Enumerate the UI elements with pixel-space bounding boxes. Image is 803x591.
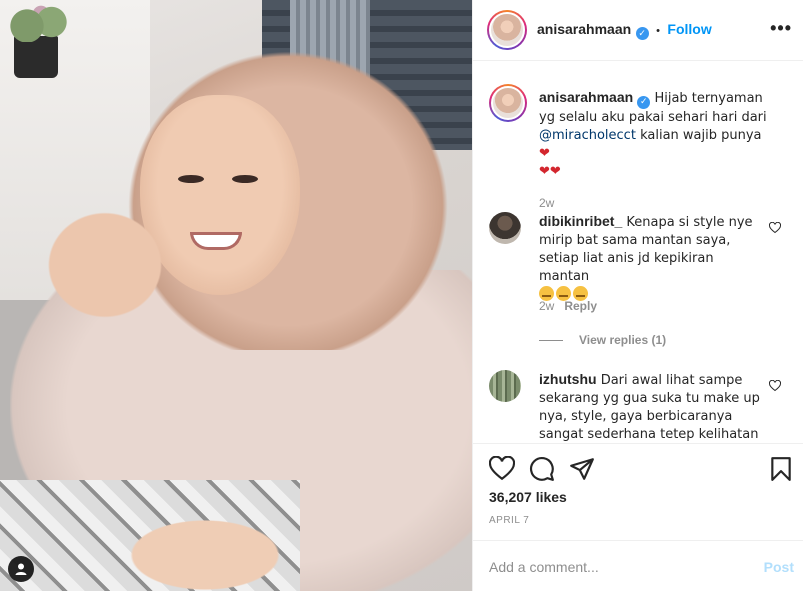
- caption-mention-link[interactable]: @miracholecct: [539, 128, 636, 143]
- plant-pot: [14, 36, 58, 78]
- person-eye-left: [178, 175, 204, 183]
- caption-text: anisarahmaan ✓ Hijab ternyaman yg selalu…: [539, 88, 775, 181]
- caption-username[interactable]: anisarahmaan: [539, 89, 633, 105]
- comment-bubble-icon[interactable]: [529, 456, 555, 482]
- post-header: anisarahmaan ✓ • Follow •••: [473, 0, 803, 61]
- post-actions-bar: [473, 443, 803, 493]
- caption-body-end: kalian wajib punya: [640, 128, 762, 143]
- user-tag-icon: [15, 563, 27, 575]
- comment-text: dibikinribet_ Kenapa si style nye mirip …: [539, 212, 761, 304]
- commenter-avatar[interactable]: [489, 212, 521, 244]
- person-eye-right: [232, 175, 258, 183]
- view-replies-button[interactable]: View replies (1): [539, 333, 666, 347]
- more-dots-icon[interactable]: •••: [770, 18, 792, 39]
- heart-emoji-icon: ❤❤: [539, 164, 561, 179]
- comment-meta: 2w Reply: [539, 299, 597, 313]
- header-user-line: anisarahmaan ✓ • Follow: [537, 21, 712, 40]
- comment-age[interactable]: 2w: [539, 299, 554, 313]
- caption-avatar[interactable]: [489, 84, 527, 122]
- add-comment-input[interactable]: Add a comment...: [489, 559, 599, 575]
- user-tag-button[interactable]: [8, 556, 34, 582]
- like-comment-heart-icon[interactable]: [769, 222, 781, 234]
- like-heart-icon[interactable]: [489, 456, 515, 482]
- likes-count[interactable]: 36,207 likes: [489, 489, 567, 505]
- dot-separator: •: [656, 25, 660, 37]
- like-comment-heart-icon[interactable]: [769, 380, 781, 392]
- commenter-avatar[interactable]: [489, 370, 521, 402]
- caption-age[interactable]: 2w: [539, 196, 554, 210]
- post-side-panel: anisarahmaan ✓ • Follow ••• anisarahmaan…: [472, 0, 803, 591]
- post-photo[interactable]: [0, 0, 472, 591]
- add-comment-row: Add a comment... Post: [473, 540, 803, 591]
- person-hand-lower: [120, 515, 290, 591]
- post-date[interactable]: APRIL 7: [489, 515, 529, 526]
- commenter-username[interactable]: izhutshu: [539, 371, 597, 387]
- person-hand: [40, 205, 170, 325]
- author-avatar[interactable]: [487, 10, 527, 50]
- author-username[interactable]: anisarahmaan: [537, 21, 631, 37]
- comments-list[interactable]: anisarahmaan ✓ Hijab ternyaman yg selalu…: [473, 62, 803, 442]
- post-comment-button[interactable]: Post: [764, 559, 794, 575]
- plant-leaves: [6, 2, 76, 42]
- verified-badge-icon: ✓: [635, 27, 649, 40]
- heart-emoji-icon: ❤: [539, 146, 550, 161]
- verified-badge-icon: ✓: [637, 96, 651, 109]
- comment-text: izhutshu Dari awal lihat sampe sekarang …: [539, 370, 761, 442]
- save-bookmark-icon[interactable]: [768, 456, 794, 482]
- commenter-username[interactable]: dibikinribet_: [539, 213, 622, 229]
- follow-button[interactable]: Follow: [667, 21, 711, 37]
- share-paper-plane-icon[interactable]: [569, 456, 595, 482]
- reply-button[interactable]: Reply: [564, 299, 597, 313]
